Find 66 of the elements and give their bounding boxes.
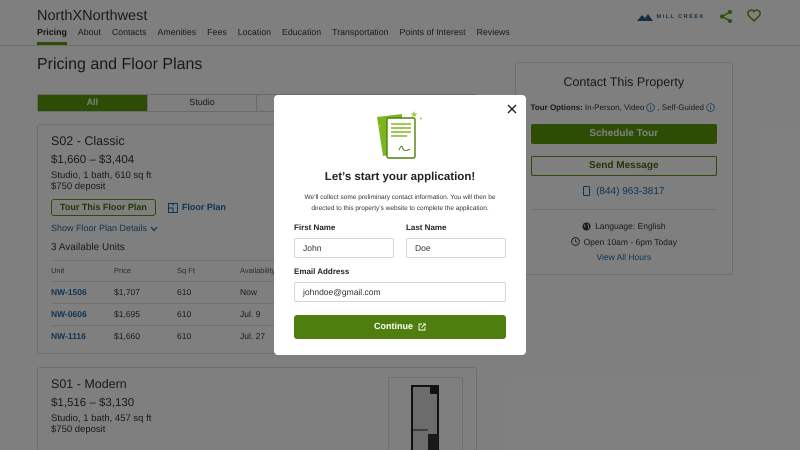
table-cell: Now xyxy=(240,287,258,297)
nav-tab[interactable]: Pricing xyxy=(37,27,67,45)
phone-icon xyxy=(583,186,590,196)
continue-button[interactable]: Continue xyxy=(294,315,506,340)
nav-tab[interactable]: Location xyxy=(238,27,271,45)
floor-plan-icon xyxy=(168,202,178,212)
globe-icon xyxy=(582,222,592,231)
tour-option: In-Person, Video xyxy=(584,102,644,114)
price-range: $1,516 – $3,130 xyxy=(51,396,134,410)
unit-type-tab[interactable]: All xyxy=(38,95,148,111)
share-icon[interactable] xyxy=(719,9,733,24)
text-field[interactable]: johndoe@gmail.com xyxy=(294,282,506,302)
floor-plan-link[interactable]: Floor Plan xyxy=(168,200,226,214)
floor-plan-details: Studio, 1 bath, 610 sq ft xyxy=(51,170,152,181)
deposit-text: $750 deposit xyxy=(51,181,106,192)
heart-icon[interactable] xyxy=(747,9,761,22)
field-label: First Name xyxy=(294,222,336,234)
nav-tab[interactable]: Fees xyxy=(207,27,227,45)
field-label: Last Name xyxy=(406,222,448,234)
unit-link[interactable]: NW-0606 xyxy=(51,309,87,319)
price-range: $1,660 – $3,404 xyxy=(51,153,134,167)
table-cell: $1,707 xyxy=(114,287,140,297)
text-field[interactable]: Doe xyxy=(406,238,506,258)
field-label: Email Address xyxy=(294,266,350,278)
site-name: NorthXNorthwest xyxy=(37,7,148,25)
table-cell: Jul. 9 xyxy=(240,309,260,319)
nav-tab[interactable]: About xyxy=(78,27,101,45)
show-details-link[interactable]: Show Floor Plan Details xyxy=(51,223,158,234)
tour-options-label: Tour Options: xyxy=(530,102,583,114)
view-hours-link[interactable]: View All Hours xyxy=(596,251,652,264)
unit-link[interactable]: NW-1506 xyxy=(51,287,87,297)
unit-link[interactable]: NW-1116 xyxy=(51,331,86,341)
table-cell: $1,660 xyxy=(114,331,140,341)
table-cell: 610 xyxy=(177,309,192,319)
info-icon[interactable] xyxy=(706,103,715,112)
schedule-tour-button[interactable]: Schedule Tour xyxy=(530,124,717,144)
language-text: Language: English xyxy=(595,220,666,232)
table-cell: $1,695 xyxy=(114,309,140,319)
nav-tab[interactable]: Amenities xyxy=(158,27,196,45)
floor-plan-details: Studio, 1 bath, 457 sq ft xyxy=(51,413,152,424)
table-cell: 610 xyxy=(177,287,192,297)
nav-tab[interactable]: Contacts xyxy=(112,27,147,45)
info-icon[interactable] xyxy=(646,103,656,112)
external-link-icon xyxy=(418,323,426,332)
tour-option: , Self-Guided xyxy=(657,102,704,114)
nav-tab[interactable]: Points of Interest xyxy=(400,27,466,45)
close-icon xyxy=(507,104,517,114)
contact-title: Contact This Property xyxy=(562,74,686,91)
nav-tab[interactable]: Transportation xyxy=(332,27,389,45)
available-units-count: 3 Available Units xyxy=(51,242,125,254)
nav-tab[interactable]: Reviews xyxy=(476,27,510,45)
floor-plan-name: S02 - Classic xyxy=(51,134,125,149)
send-message-button[interactable]: Send Message xyxy=(530,156,717,176)
text-field[interactable]: John xyxy=(294,238,394,258)
nav-tab[interactable]: Education xyxy=(282,27,322,45)
table-cell: Jul. 27 xyxy=(240,331,266,341)
deposit-text: $750 deposit xyxy=(51,424,106,435)
section-title: Pricing and Floor Plans xyxy=(37,55,202,75)
dialog-title: Let’s start your application! xyxy=(324,170,476,185)
floor-plan-name: S01 - Modern xyxy=(51,377,127,392)
clock-icon xyxy=(570,237,580,246)
chevron-down-icon xyxy=(150,226,158,232)
hours-text: Open 10am - 6pm Today xyxy=(584,236,677,248)
table-cell: 610 xyxy=(177,331,192,341)
tour-floor-plan-button[interactable]: Tour This Floor Plan xyxy=(51,199,156,216)
phone-link[interactable]: (844) 963-3817 xyxy=(583,184,664,199)
